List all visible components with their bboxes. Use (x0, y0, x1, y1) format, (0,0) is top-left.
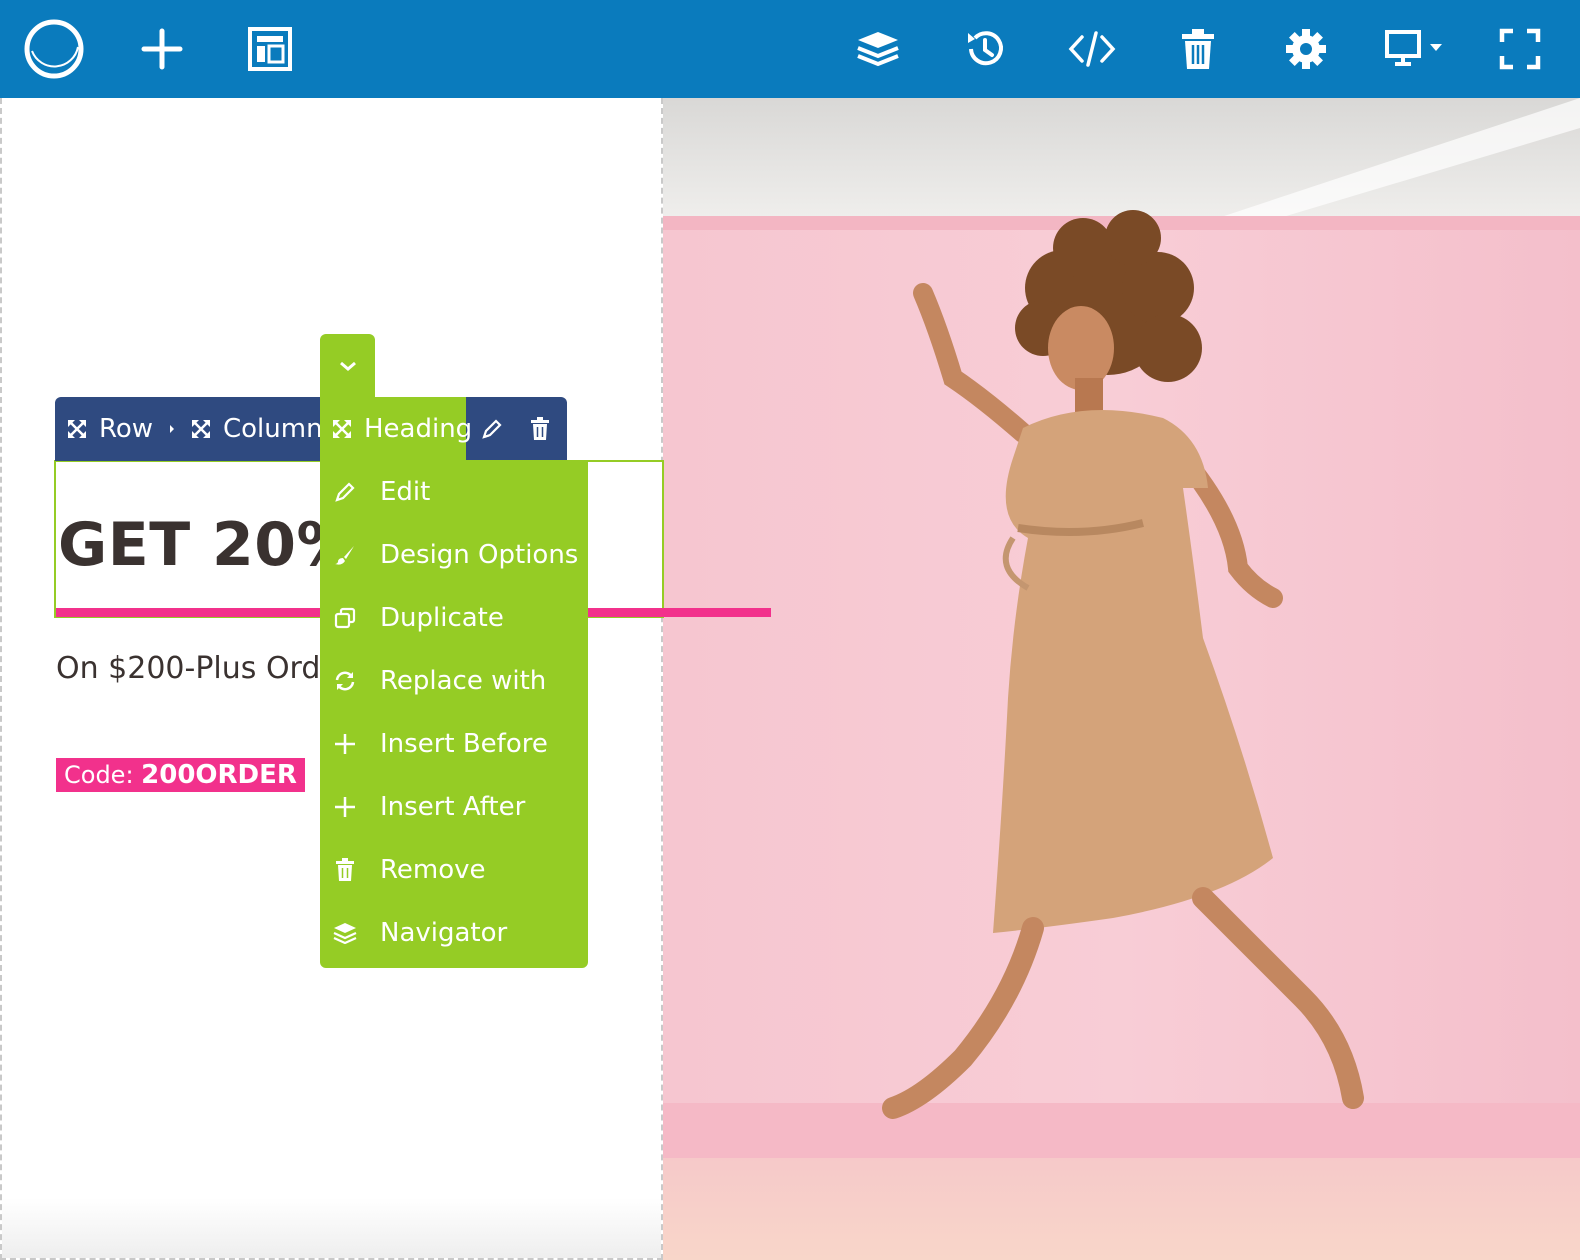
editor-canvas: GET 20% On $200-Plus Ord Code: 200ORDER … (0, 98, 1580, 1260)
menu-item-label: Design Options (380, 539, 579, 570)
move-icon (68, 420, 86, 438)
breadcrumb-column-label: Column (223, 414, 323, 444)
menu-item-remove[interactable]: Remove (320, 838, 588, 901)
pencil-icon (320, 480, 370, 504)
gear-icon[interactable] (1274, 0, 1338, 98)
brush-icon (320, 543, 370, 567)
code-value: 200ORDER (141, 760, 297, 790)
promo-code-badge[interactable]: Code: 200ORDER (56, 758, 305, 792)
menu-item-label: Navigator (380, 917, 508, 948)
breadcrumb-row[interactable]: Row (65, 397, 153, 461)
duplicate-icon (320, 606, 370, 630)
desktop-icon[interactable] (1380, 0, 1452, 98)
code-icon[interactable] (1060, 0, 1124, 98)
menu-item-label: Replace with (380, 665, 547, 696)
breadcrumb-column[interactable]: Column (189, 397, 323, 461)
menu-item-label: Remove (380, 854, 486, 885)
add-element-icon[interactable] (130, 0, 194, 98)
top-toolbar (0, 0, 1580, 98)
history-icon[interactable] (953, 0, 1017, 98)
menu-item-navigator[interactable]: Navigator (320, 901, 588, 964)
menu-item-edit[interactable]: Edit (320, 460, 588, 523)
chevron-down-icon[interactable] (320, 334, 375, 398)
heading-text[interactable]: GET 20% (58, 510, 357, 580)
menu-item-design-options[interactable]: Design Options (320, 523, 588, 586)
chevron-right-icon (167, 397, 177, 461)
breadcrumb-row-label: Row (99, 414, 154, 444)
trash-icon[interactable] (1166, 0, 1230, 98)
menu-item-duplicate[interactable]: Duplicate (320, 586, 588, 649)
breadcrumb-heading-label: Heading (364, 414, 473, 444)
delete-trash-icon[interactable] (516, 397, 564, 461)
menu-item-label: Edit (380, 476, 431, 507)
menu-item-label: Duplicate (380, 602, 504, 633)
move-icon (333, 420, 351, 438)
element-context-menu: Edit Design Options Duplicate Replace wi… (320, 460, 588, 968)
menu-item-insert-before[interactable]: Insert Before (320, 712, 588, 775)
plus-icon (320, 795, 370, 819)
trash-icon (320, 857, 370, 882)
move-icon (192, 420, 210, 438)
menu-item-insert-after[interactable]: Insert After (320, 775, 588, 838)
logo-icon[interactable] (22, 0, 86, 98)
menu-item-label: Insert After (380, 791, 526, 822)
code-label: Code: (64, 761, 142, 789)
breadcrumb-heading[interactable]: Heading (330, 397, 472, 461)
edit-pencil-icon[interactable] (468, 397, 516, 461)
menu-item-label: Insert Before (380, 728, 548, 759)
hero-image (663, 98, 1580, 1260)
menu-item-replace-with[interactable]: Replace with (320, 649, 588, 712)
layout-icon[interactable] (238, 0, 302, 98)
plus-icon (320, 732, 370, 756)
refresh-icon (320, 669, 370, 693)
subheading-text[interactable]: On $200-Plus Ord (56, 651, 320, 686)
layers-icon[interactable] (846, 0, 910, 98)
fullscreen-icon[interactable] (1488, 0, 1552, 98)
layers-icon (320, 922, 370, 944)
